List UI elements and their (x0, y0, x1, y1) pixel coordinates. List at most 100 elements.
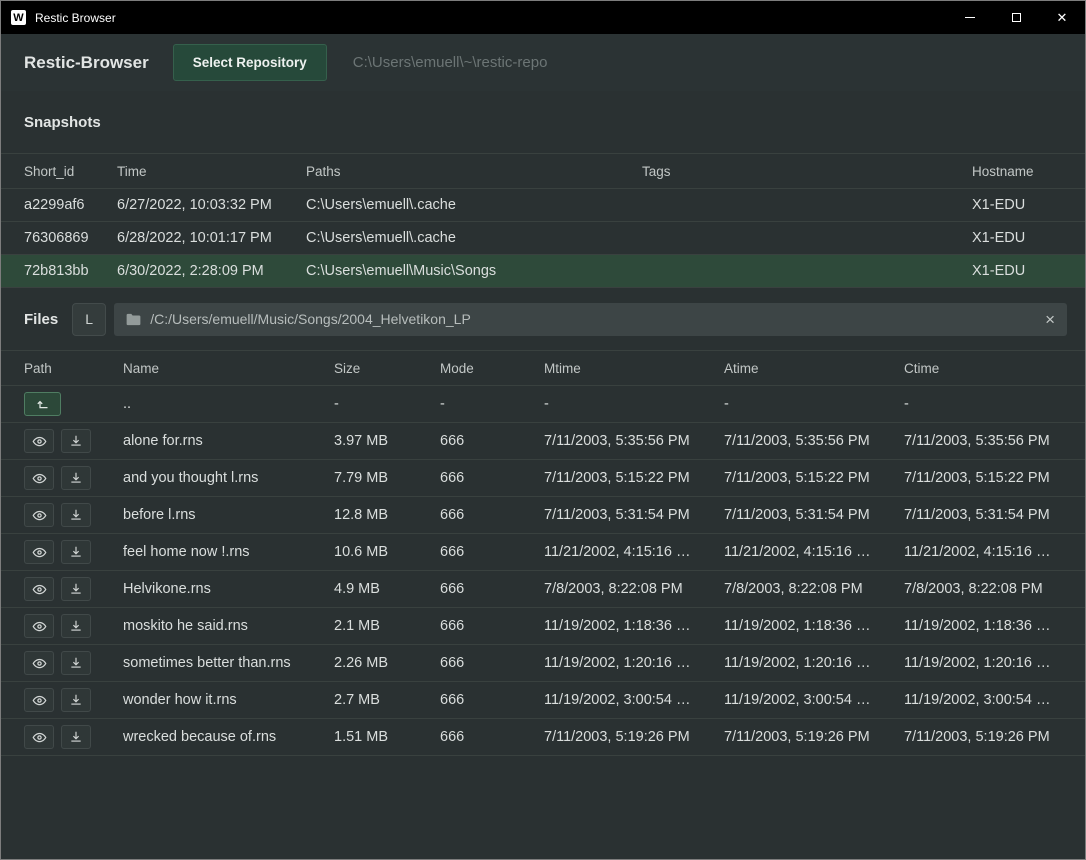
snapshots-section-header: Snapshots (1, 91, 1085, 153)
snapshot-short-id: 72b813bb (24, 263, 117, 279)
snapshot-row[interactable]: a2299af6 6/27/2022, 10:03:32 PM C:\Users… (1, 189, 1085, 222)
snapshot-row[interactable]: 72b813bb 6/30/2022, 2:28:09 PM C:\Users\… (1, 255, 1085, 288)
preview-file-button[interactable] (24, 503, 54, 527)
download-file-button[interactable] (61, 429, 91, 453)
file-mtime: 11/19/2002, 1:18:36 … (544, 618, 724, 634)
file-mtime: - (544, 396, 724, 412)
preview-file-button[interactable] (24, 614, 54, 638)
app-header: Restic-Browser Select Repository C:\User… (1, 34, 1085, 91)
download-file-button[interactable] (61, 577, 91, 601)
file-name: Helvikone.rns (123, 581, 334, 597)
preview-file-button[interactable] (24, 577, 54, 601)
preview-file-button[interactable] (24, 651, 54, 675)
column-header-path: Path (24, 361, 123, 376)
column-header-paths: Paths (306, 164, 642, 179)
file-size: 1.51 MB (334, 729, 440, 745)
file-mode: 666 (440, 729, 544, 745)
download-file-button[interactable] (61, 651, 91, 675)
files-path-value: /C:/Users/emuell/Music/Songs/2004_Helvet… (150, 311, 471, 327)
repository-path: C:\Users\emuell\~\restic-repo (353, 54, 548, 71)
eye-icon (32, 545, 47, 560)
app-title: Restic-Browser (24, 53, 149, 73)
download-icon (69, 619, 83, 633)
file-mtime: 11/21/2002, 4:15:16 … (544, 544, 724, 560)
file-atime: 7/8/2003, 8:22:08 PM (724, 581, 904, 597)
snapshot-row[interactable]: 76306869 6/28/2022, 10:01:17 PM C:\Users… (1, 222, 1085, 255)
snapshots-table-body: a2299af6 6/27/2022, 10:03:32 PM C:\Users… (1, 189, 1085, 288)
app-window: W Restic Browser ✕ Restic-Browser Select… (0, 0, 1086, 860)
preview-file-button[interactable] (24, 725, 54, 749)
window-title: Restic Browser (35, 11, 116, 25)
file-mode: 666 (440, 655, 544, 671)
preview-file-button[interactable] (24, 688, 54, 712)
file-name: moskito he said.rns (123, 618, 334, 634)
file-mtime: 7/11/2003, 5:31:54 PM (544, 507, 724, 523)
file-size: 2.7 MB (334, 692, 440, 708)
file-ctime: 7/11/2003, 5:35:56 PM (904, 433, 1075, 449)
snapshot-paths: C:\Users\emuell\.cache (306, 197, 642, 213)
column-header-short-id: Short_id (24, 164, 117, 179)
maximize-icon (1012, 13, 1021, 22)
select-repository-button[interactable]: Select Repository (173, 44, 327, 81)
file-mode: 666 (440, 544, 544, 560)
file-name: and you thought l.rns (123, 470, 334, 486)
column-header-time: Time (117, 164, 306, 179)
preview-file-button[interactable] (24, 540, 54, 564)
download-icon (69, 434, 83, 448)
download-file-button[interactable] (61, 503, 91, 527)
file-mode: 666 (440, 433, 544, 449)
file-mtime: 7/8/2003, 8:22:08 PM (544, 581, 724, 597)
snapshot-time: 6/27/2022, 10:03:32 PM (117, 197, 306, 213)
snapshots-heading: Snapshots (24, 114, 101, 131)
file-name: wrecked because of.rns (123, 729, 334, 745)
file-atime: 7/11/2003, 5:35:56 PM (724, 433, 904, 449)
close-button[interactable]: ✕ (1039, 1, 1085, 34)
file-name: .. (123, 396, 334, 412)
eye-icon (32, 693, 47, 708)
titlebar: W Restic Browser ✕ (1, 1, 1085, 34)
file-row: moskito he said.rns 2.1 MB 666 11/19/200… (1, 608, 1085, 645)
download-file-button[interactable] (61, 466, 91, 490)
file-mode: 666 (440, 692, 544, 708)
column-header-atime: Atime (724, 361, 904, 376)
snapshot-time: 6/28/2022, 10:01:17 PM (117, 230, 306, 246)
file-size: 4.9 MB (334, 581, 440, 597)
download-icon (69, 730, 83, 744)
preview-file-button[interactable] (24, 466, 54, 490)
file-row: feel home now !.rns 10.6 MB 666 11/21/20… (1, 534, 1085, 571)
column-header-ctime: Ctime (904, 361, 1075, 376)
download-file-button[interactable] (61, 688, 91, 712)
file-ctime: 7/8/2003, 8:22:08 PM (904, 581, 1075, 597)
snapshots-table-header: Short_id Time Paths Tags Hostname (1, 153, 1085, 189)
download-file-button[interactable] (61, 725, 91, 749)
snapshot-paths: C:\Users\emuell\Music\Songs (306, 263, 642, 279)
file-mtime: 11/19/2002, 1:20:16 … (544, 655, 724, 671)
file-row: wrecked because of.rns 1.51 MB 666 7/11/… (1, 719, 1085, 756)
download-file-button[interactable] (61, 614, 91, 638)
file-mtime: 7/11/2003, 5:19:26 PM (544, 729, 724, 745)
go-up-directory-button[interactable] (24, 392, 61, 416)
file-row: wonder how it.rns 2.7 MB 666 11/19/2002,… (1, 682, 1085, 719)
minimize-button[interactable] (947, 1, 993, 34)
file-size: 12.8 MB (334, 507, 440, 523)
file-atime: 11/19/2002, 3:00:54 … (724, 692, 904, 708)
file-mode: - (440, 396, 544, 412)
clear-path-button[interactable]: × (1045, 311, 1055, 328)
maximize-button[interactable] (993, 1, 1039, 34)
download-icon (69, 545, 83, 559)
tree-toggle-button[interactable]: L (72, 303, 106, 336)
up-directory-icon (35, 397, 50, 412)
file-size: 3.97 MB (334, 433, 440, 449)
snapshot-time: 6/30/2022, 2:28:09 PM (117, 263, 306, 279)
snapshot-hostname: X1-EDU (972, 230, 1062, 246)
snapshot-short-id: 76306869 (24, 230, 117, 246)
file-mtime: 7/11/2003, 5:35:56 PM (544, 433, 724, 449)
preview-file-button[interactable] (24, 429, 54, 453)
eye-icon (32, 730, 47, 745)
column-header-mode: Mode (440, 361, 544, 376)
column-header-size: Size (334, 361, 440, 376)
download-file-button[interactable] (61, 540, 91, 564)
file-atime: 7/11/2003, 5:19:26 PM (724, 729, 904, 745)
files-path-input[interactable]: /C:/Users/emuell/Music/Songs/2004_Helvet… (114, 303, 1067, 336)
file-atime: 7/11/2003, 5:31:54 PM (724, 507, 904, 523)
